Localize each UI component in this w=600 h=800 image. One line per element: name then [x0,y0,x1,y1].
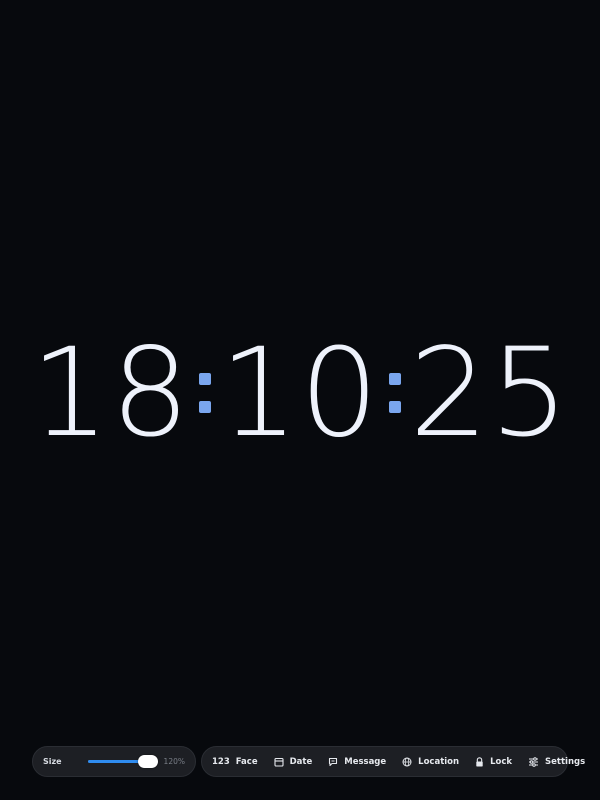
face-button[interactable]: 123 Face [212,746,258,777]
separator-dot-top [199,373,212,385]
clock-separator [199,333,212,453]
clock-seconds: 25 [409,322,570,464]
size-control: Size 120% [32,746,196,777]
message-label: Message [344,756,387,767]
face-label: Face [235,756,258,767]
chat-bubble-icon [328,757,338,767]
clock-minutes: 10 [219,322,381,464]
settings-button[interactable]: Settings [528,746,585,777]
size-label: Size [43,757,62,766]
separator-dot-bottom [388,401,401,413]
clock-separator [388,333,401,453]
bottom-toolbar: 123 Face Date Message Location Lock Sett… [201,746,585,777]
separator-dot-top [388,373,401,385]
date-label: Date [289,756,313,767]
clock-display: 18 10 25 [0,322,600,464]
lock-button[interactable]: Lock [475,746,512,777]
slider-knob[interactable] [137,755,158,768]
settings-label: Settings [545,756,586,767]
globe-icon [402,757,412,767]
size-value: 120% [163,757,185,766]
date-button[interactable]: Date [274,746,313,777]
lock-label: Lock [490,756,513,767]
lock-icon [475,756,484,767]
location-button[interactable]: Location [402,746,459,777]
message-button[interactable]: Message [328,746,386,777]
calendar-icon [274,757,284,767]
size-slider[interactable] [88,752,158,772]
sliders-icon [528,756,539,767]
location-label: Location [418,756,460,767]
separator-dot-bottom [199,401,212,413]
clock-hours: 18 [30,322,191,464]
number-icon: 123 [212,756,230,767]
